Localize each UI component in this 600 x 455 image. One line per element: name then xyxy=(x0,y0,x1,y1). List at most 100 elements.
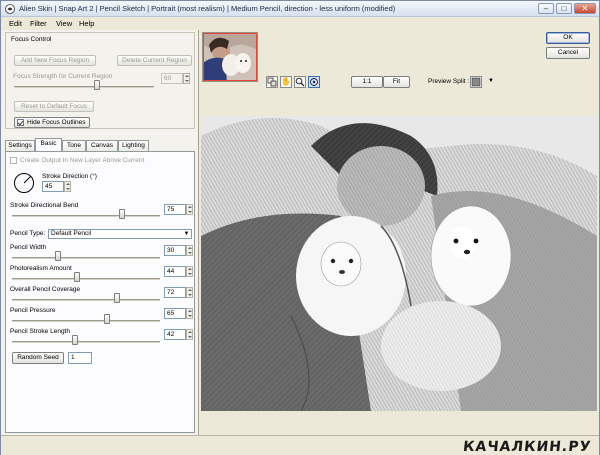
status-bar: КАЧАЛКИН.РУ xyxy=(1,435,599,455)
stroke-length-track xyxy=(12,341,160,343)
photorealism-track xyxy=(12,278,160,280)
stroke-direction-input[interactable]: 45 xyxy=(42,181,64,192)
hide-focus-outlines-toggle[interactable]: Hide Focus Outlines xyxy=(14,117,90,128)
stroke-length-label: Pencil Stroke Length xyxy=(10,328,70,335)
random-seed-input[interactable]: 1 xyxy=(68,352,92,364)
pressure-track xyxy=(12,320,160,322)
create-output-checkbox[interactable] xyxy=(10,157,17,164)
maximize-icon: □ xyxy=(561,4,567,13)
pressure-label: Pencil Pressure xyxy=(10,307,56,314)
window-title: Alien Skin | Snap Art 2 | Pencil Sketch … xyxy=(19,4,396,13)
focus-strength-spinner[interactable] xyxy=(183,73,190,84)
tab-settings[interactable]: Settings xyxy=(5,140,35,151)
app-icon xyxy=(5,4,15,14)
settings-tabs: Settings Basic Tone Canvas Lighting xyxy=(5,138,195,151)
pressure-input[interactable]: 65 xyxy=(164,308,186,319)
cancel-button[interactable]: Cancel xyxy=(546,47,590,59)
create-output-label: Create Output In New Layer Above Current xyxy=(20,157,145,164)
fit-button[interactable]: Fit xyxy=(383,76,410,88)
directional-bend-input[interactable]: 75 xyxy=(164,204,186,215)
minimize-icon: – xyxy=(543,4,549,13)
stroke-length-input[interactable]: 42 xyxy=(164,329,186,340)
tab-lighting[interactable]: Lighting xyxy=(118,140,149,151)
preview-canvas[interactable] xyxy=(201,116,597,411)
close-button[interactable]: ✕ xyxy=(574,3,596,14)
pressure-spinner[interactable] xyxy=(186,308,193,319)
menu-help[interactable]: Help xyxy=(79,19,94,28)
pencil-width-input[interactable]: 30 xyxy=(164,245,186,256)
coverage-slider[interactable] xyxy=(114,293,121,303)
focus-strength-track xyxy=(14,86,154,88)
focus-strength-label: Focus Strength for Current Region xyxy=(13,73,113,80)
coverage-input[interactable]: 72 xyxy=(164,287,186,298)
stroke-direction-label: Stroke Direction (°) xyxy=(42,173,97,180)
navigator-thumbnail[interactable] xyxy=(202,32,258,82)
focus-control-group: Focus Control Add New Focus Region Delet… xyxy=(5,32,195,129)
tab-basic[interactable]: Basic xyxy=(35,138,62,151)
photorealism-label: Photorealism Amount xyxy=(10,265,72,272)
tab-canvas[interactable]: Canvas xyxy=(86,140,118,151)
pencil-width-track xyxy=(12,257,160,259)
zoom-1to1-button[interactable]: 1:1 xyxy=(351,76,383,88)
coverage-track xyxy=(12,299,160,301)
pressure-slider[interactable] xyxy=(104,314,111,324)
app-window: Alien Skin | Snap Art 2 | Pencil Sketch … xyxy=(0,0,600,455)
maximize-button[interactable]: □ xyxy=(556,3,572,14)
menu-view[interactable]: View xyxy=(56,19,72,28)
hand-icon: ✋ xyxy=(281,77,291,86)
stroke-length-spinner[interactable] xyxy=(186,329,193,340)
dropdown-arrow-icon: ▼ xyxy=(488,78,494,84)
focus-strength-slider[interactable] xyxy=(94,80,101,90)
focus-strength-input[interactable]: 60 xyxy=(161,73,183,84)
direction-needle-icon xyxy=(23,175,32,184)
zoom-icon xyxy=(295,77,305,87)
pencil-width-slider[interactable] xyxy=(54,251,61,261)
photorealism-spinner[interactable] xyxy=(186,266,193,277)
preview-split-label: Preview Split : xyxy=(428,78,470,85)
tab-tone[interactable]: Tone xyxy=(62,140,86,151)
watermark-text: КАЧАЛКИН.РУ xyxy=(461,439,592,455)
close-icon: ✕ xyxy=(581,4,589,13)
thumbnail-viewport-frame[interactable] xyxy=(203,33,257,81)
dropdown-arrow-icon: ▼ xyxy=(183,231,190,237)
focus-icon xyxy=(310,78,318,86)
preview-split-dropdown[interactable]: ▼ xyxy=(488,78,494,84)
pencil-sketch-preview-image xyxy=(201,116,597,411)
directional-bend-label: Stroke Directional Bend xyxy=(10,202,79,209)
pencil-type-value: Default Pencil xyxy=(51,230,92,237)
title-bar: Alien Skin | Snap Art 2 | Pencil Sketch … xyxy=(1,1,599,17)
pencil-width-label: Pencil Width xyxy=(10,244,47,251)
preview-split-button[interactable] xyxy=(470,76,482,88)
ok-button[interactable]: OK xyxy=(546,32,590,44)
reset-focus-button[interactable]: Reset to Default Focus xyxy=(14,101,94,112)
directional-bend-track xyxy=(12,215,160,217)
compare-icon xyxy=(267,77,277,87)
menu-edit[interactable]: Edit xyxy=(9,19,22,28)
directional-bend-slider[interactable] xyxy=(118,209,125,219)
coverage-label: Overall Pencil Coverage xyxy=(10,286,81,293)
minimize-button[interactable]: – xyxy=(538,3,554,14)
hand-tool-button[interactable]: ✋ xyxy=(280,76,292,88)
random-seed-button[interactable]: Random Seed xyxy=(12,352,64,364)
photorealism-input[interactable]: 44 xyxy=(164,266,186,277)
focus-control-legend: Focus Control xyxy=(10,36,53,43)
stroke-direction-spinner[interactable] xyxy=(64,181,71,192)
delete-region-button[interactable]: Delete Current Region xyxy=(117,55,192,66)
coverage-spinner[interactable] xyxy=(186,287,193,298)
hide-focus-outlines-label: Hide Focus Outlines xyxy=(27,119,86,126)
zoom-tool-button[interactable] xyxy=(294,76,306,88)
menu-filter[interactable]: Filter xyxy=(30,19,47,28)
pencil-type-select[interactable]: Default Pencil ▼ xyxy=(48,229,192,239)
focus-tool-button[interactable] xyxy=(308,76,320,88)
stroke-direction-dial[interactable] xyxy=(14,173,34,193)
pencil-width-spinner[interactable] xyxy=(186,245,193,256)
directional-bend-spinner[interactable] xyxy=(186,204,193,215)
preview-area: ✋ 1:1 Fit Preview Split : ▼ OK Cancel xyxy=(200,30,599,435)
compare-button[interactable] xyxy=(266,76,278,88)
settings-panel: Focus Control Add New Focus Region Delet… xyxy=(1,30,199,435)
preview-split-icon xyxy=(471,77,481,87)
photorealism-slider[interactable] xyxy=(74,272,81,282)
stroke-length-slider[interactable] xyxy=(71,335,78,345)
hide-focus-outlines-checkbox[interactable] xyxy=(17,119,24,126)
add-focus-region-button[interactable]: Add New Focus Region xyxy=(14,55,96,66)
